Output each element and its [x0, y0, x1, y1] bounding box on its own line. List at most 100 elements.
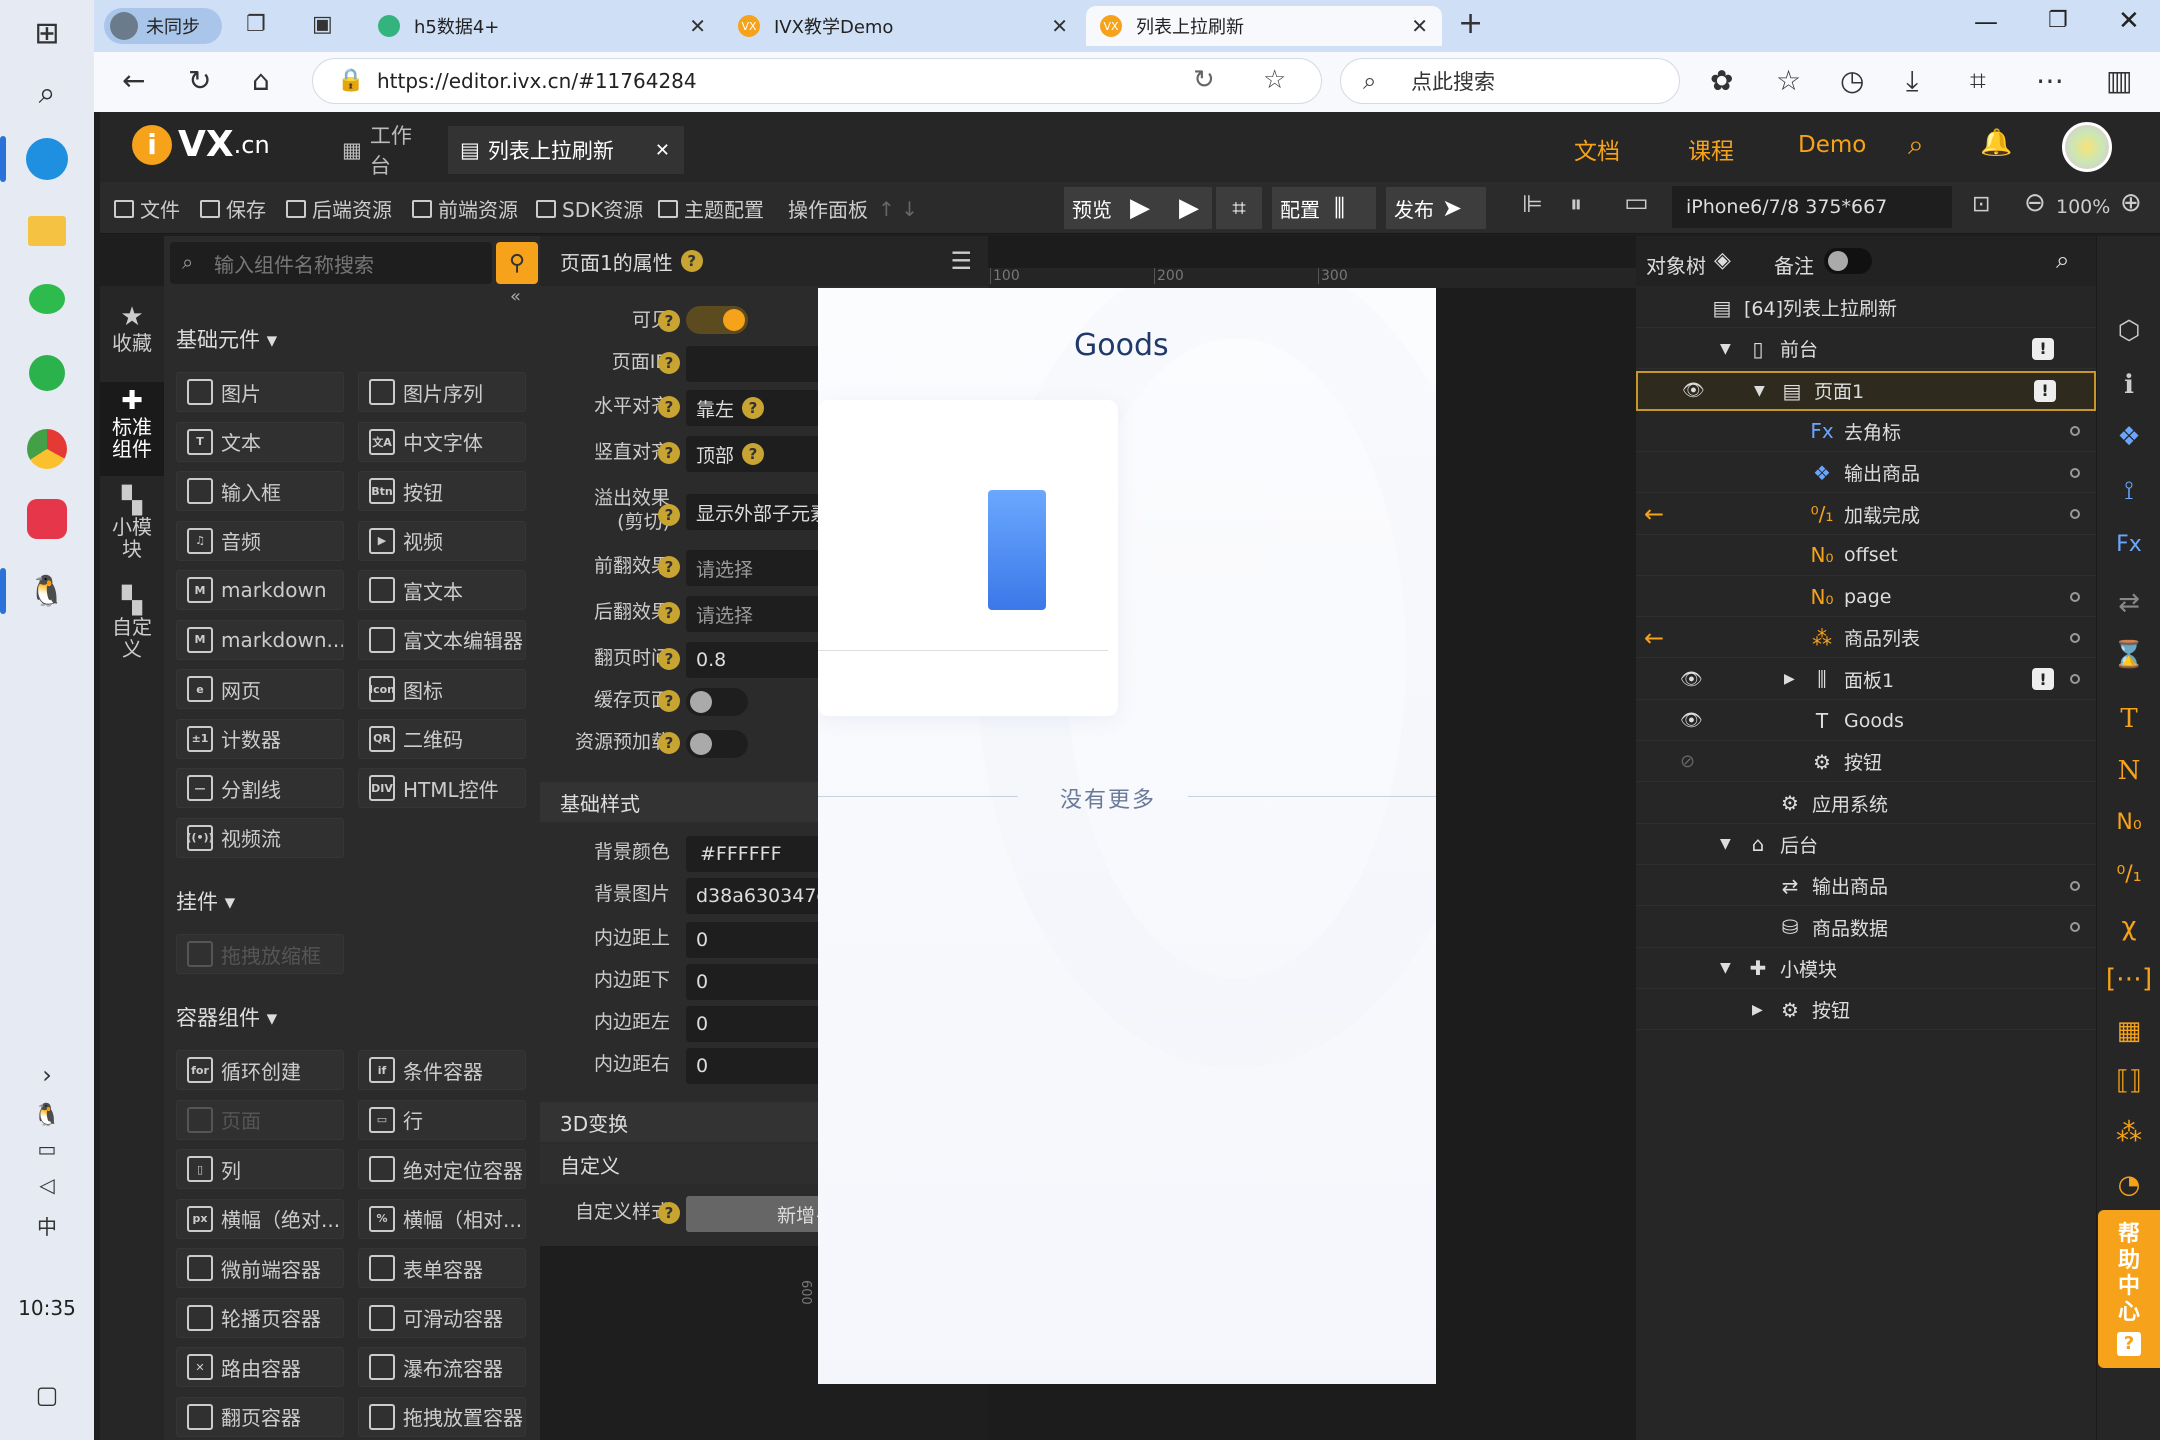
- backend-resources-button[interactable]: 后端资源: [286, 194, 392, 223]
- help-icon[interactable]: ?: [658, 732, 680, 754]
- component-item[interactable]: Btn 按钮: [358, 471, 526, 511]
- component-item[interactable]: Icon 图标: [358, 669, 526, 709]
- tree-row[interactable]: ▼ ⌂ 后台: [1636, 825, 2096, 865]
- collapse-caret-icon[interactable]: ▶: [1784, 671, 1795, 687]
- table-icon[interactable]: ▦: [2097, 1016, 2160, 1046]
- tree-row[interactable]: 👁 T Goods: [1636, 701, 2096, 741]
- design-canvas[interactable]: 100 200 300 600 Goods 没有更多: [798, 236, 1636, 1440]
- tree-row[interactable]: N₀ page: [1636, 577, 2096, 618]
- tab-list-refresh[interactable]: VX 列表上拉刷新 ✕: [1086, 6, 1442, 46]
- help-icon[interactable]: ?: [658, 442, 680, 464]
- tree-row[interactable]: ← ⁂ 商品列表: [1636, 618, 2096, 659]
- rail-small-modules[interactable]: ▚ 小模块: [100, 488, 164, 560]
- browser-search-input[interactable]: ⌕ 点此搜索: [1340, 58, 1680, 104]
- text-var-icon[interactable]: T: [2097, 704, 2160, 734]
- component-item[interactable]: QR 二维码: [358, 718, 526, 759]
- rail-standard-components[interactable]: ✚ 标准组件: [100, 382, 164, 476]
- number-var-icon[interactable]: N: [2097, 756, 2160, 786]
- tree-row[interactable]: ⇄ 输出商品: [1636, 866, 2096, 907]
- section-basic-elements[interactable]: 基础元件 ▾: [176, 324, 277, 354]
- component-item[interactable]: ♫ 音频: [176, 520, 344, 561]
- restore-icon[interactable]: ❐: [2048, 8, 2068, 33]
- expand-caret-icon[interactable]: ▼: [1754, 383, 1765, 399]
- help-icon[interactable]: ?: [658, 352, 680, 374]
- component-item[interactable]: 页面: [176, 1099, 344, 1140]
- tree-row[interactable]: ▤ [64]列表上拉刷新: [1636, 288, 2096, 328]
- close-window-icon[interactable]: ✕: [2118, 6, 2140, 36]
- cube-icon[interactable]: ⬡: [2097, 316, 2160, 346]
- help-icon[interactable]: ?: [658, 310, 680, 332]
- component-item[interactable]: — 分割线: [176, 768, 344, 808]
- file-menu[interactable]: 文件: [114, 194, 180, 223]
- demo-link[interactable]: Demo: [1798, 132, 1866, 158]
- help-icon[interactable]: ?: [658, 690, 680, 712]
- component-item[interactable]: ✕ 路由容器: [176, 1347, 344, 1387]
- help-icon[interactable]: ?: [658, 556, 680, 578]
- screenshot-icon[interactable]: ⌗: [1970, 64, 1986, 98]
- close-tab-icon[interactable]: ✕: [655, 140, 670, 161]
- section-containers[interactable]: 容器组件 ▾: [176, 1002, 277, 1032]
- refresh-icon[interactable]: ↻: [188, 64, 211, 97]
- info-icon[interactable]: !: [2034, 379, 2056, 402]
- component-item[interactable]: 富文本: [358, 570, 526, 610]
- section-plugins[interactable]: 挂件 ▾: [176, 886, 235, 916]
- component-item[interactable]: 翻页容器: [176, 1396, 344, 1437]
- ivx-logo[interactable]: i VX .cn: [132, 124, 270, 165]
- screenshot-icon[interactable]: ⊡: [1972, 192, 1990, 217]
- component-item[interactable]: 微前端容器: [176, 1248, 344, 1288]
- app-red-icon[interactable]: [22, 494, 72, 544]
- new-tab-icon[interactable]: +: [1458, 6, 1483, 41]
- play-preview-icon[interactable]: ▶: [1166, 187, 1212, 229]
- ime-icon[interactable]: 中: [22, 1200, 72, 1250]
- tree-row[interactable]: ▼ ▯ 前台!: [1636, 329, 2096, 370]
- history-icon[interactable]: ◷: [1840, 64, 1864, 97]
- align-left-icon[interactable]: ⊫: [1522, 190, 1543, 218]
- clock[interactable]: 10:35: [0, 1296, 94, 1320]
- array-icon[interactable]: [⋯]: [2097, 964, 2160, 994]
- preload-toggle[interactable]: [686, 730, 748, 758]
- collapse-panel-icon[interactable]: «: [510, 286, 521, 307]
- undo-icon[interactable]: ↑ ↓: [878, 197, 918, 221]
- config-button[interactable]: 配置 ⫼: [1272, 187, 1376, 229]
- help-icon[interactable]: ?: [742, 397, 765, 419]
- integer-var-icon[interactable]: N₀: [2097, 810, 2160, 835]
- tree-row[interactable]: ⛁ 商品数据: [1636, 908, 2096, 948]
- tree-row[interactable]: ← ⁰/₁ 加载完成: [1636, 495, 2096, 535]
- operation-panel-button[interactable]: 操作面板 ↑ ↓: [788, 194, 918, 223]
- component-item[interactable]: ±1 计数器: [176, 718, 344, 759]
- cache-page-toggle[interactable]: [686, 688, 748, 716]
- eye-icon[interactable]: 👁: [1680, 669, 1703, 690]
- expand-caret-icon[interactable]: ▼: [1720, 341, 1731, 357]
- publish-button[interactable]: 发布 ➤: [1386, 187, 1486, 229]
- help-icon[interactable]: ?: [658, 602, 680, 624]
- rail-favorites[interactable]: ★ 收藏: [100, 304, 164, 354]
- theme-config-button[interactable]: 主题配置: [658, 194, 764, 223]
- extensions-icon[interactable]: ✿: [1710, 64, 1733, 97]
- component-item[interactable]: 拖拽放缩框: [176, 934, 344, 974]
- boolean-var-icon[interactable]: ⁰/₁: [2097, 862, 2160, 887]
- tree-row[interactable]: 👁 ▶ ⫼ 面板1!: [1636, 660, 2096, 700]
- tree-row[interactable]: N₀ offset: [1636, 536, 2096, 576]
- help-icon[interactable]: ?: [658, 504, 680, 526]
- component-item[interactable]: ▭ 行: [358, 1099, 526, 1140]
- component-item[interactable]: 富文本编辑器: [358, 619, 526, 660]
- sdk-resources-button[interactable]: SDK资源: [536, 194, 643, 223]
- component-item[interactable]: 轮播页容器: [176, 1297, 344, 1338]
- help-icon[interactable]: ?: [742, 443, 765, 465]
- component-item[interactable]: 拖拽放置容器: [358, 1396, 526, 1437]
- tree-row[interactable]: ❖ 输出商品: [1636, 453, 2096, 494]
- chrome-icon[interactable]: [22, 424, 72, 474]
- tree-row[interactable]: Fx 去角标: [1636, 412, 2096, 452]
- vertical-tabs-icon[interactable]: ▣: [312, 12, 333, 37]
- home-icon[interactable]: ⌂: [252, 64, 270, 97]
- help-icon[interactable]: ?: [658, 1202, 680, 1224]
- hourglass-icon[interactable]: ⌛: [2097, 640, 2160, 670]
- filter-icon[interactable]: ⚲: [496, 242, 538, 284]
- help-icon[interactable]: ?: [658, 648, 680, 670]
- help-icon[interactable]: ?: [658, 396, 680, 418]
- search-icon[interactable]: ⌕: [1908, 128, 1924, 162]
- component-item[interactable]: ((•)) 视频流: [176, 817, 344, 858]
- tree-row[interactable]: 👁 ▼ ▤ 页面1!: [1636, 370, 2096, 411]
- object-tree-tab[interactable]: 对象树: [1646, 250, 1706, 279]
- tree-row[interactable]: ⊘ ⚙ 按钮: [1636, 742, 2096, 783]
